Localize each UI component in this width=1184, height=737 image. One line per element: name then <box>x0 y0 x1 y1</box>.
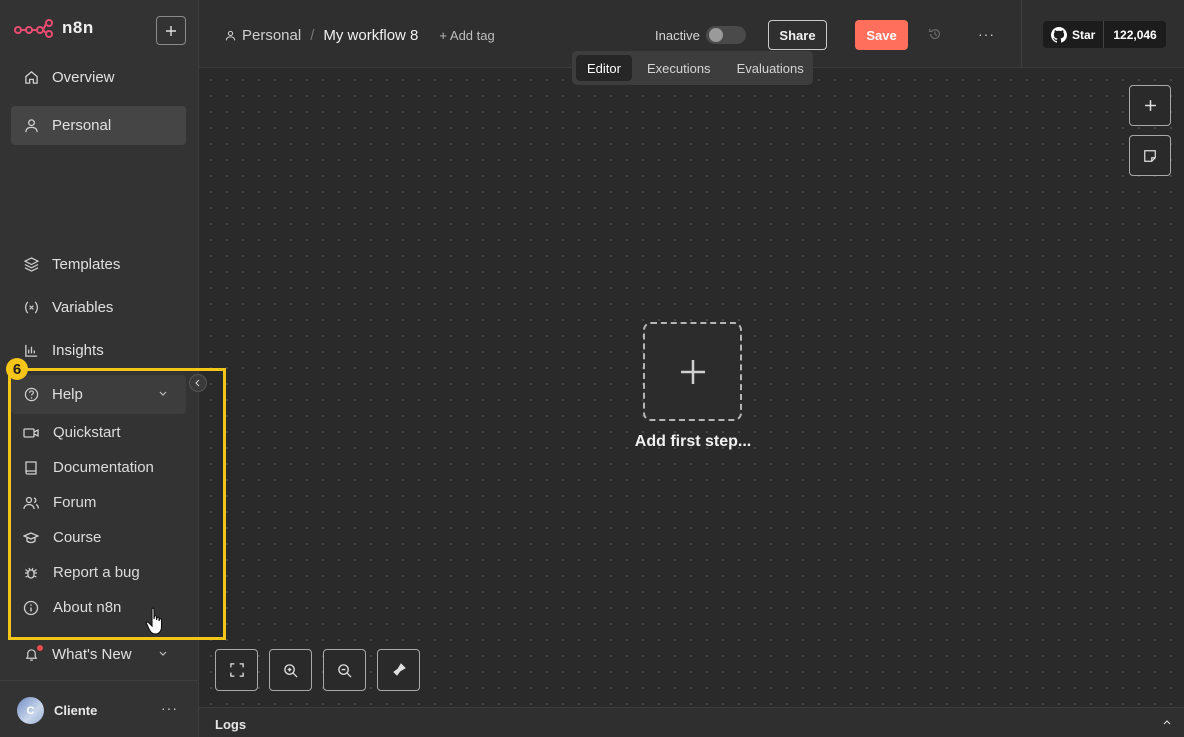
sidebar-item-templates[interactable]: Templates <box>11 245 186 284</box>
bug-icon <box>23 565 39 581</box>
help-item-label: Course <box>53 529 102 546</box>
sidebar-item-label: Overview <box>52 69 115 86</box>
user-icon <box>225 30 236 41</box>
graduation-cap-icon <box>23 530 39 546</box>
maximize-icon <box>229 663 244 677</box>
logs-panel[interactable]: Logs <box>199 707 1184 737</box>
help-item-report-bug[interactable]: Report a bug <box>23 555 193 590</box>
sidebar-item-label: Insights <box>52 342 104 359</box>
breadcrumb-project-label: Personal <box>242 27 302 44</box>
video-icon <box>23 425 39 441</box>
active-toggle[interactable] <box>706 26 746 44</box>
sidebar-item-label: Personal <box>52 117 112 134</box>
add-node-button[interactable] <box>1129 85 1171 126</box>
add-sticky-note-button[interactable] <box>1129 135 1171 176</box>
user-icon <box>24 118 39 133</box>
help-item-label: Quickstart <box>53 424 121 441</box>
chevron-down-icon <box>158 388 168 398</box>
app-name: n8n <box>62 18 94 37</box>
sidebar-item-whats-new[interactable]: What's New <box>11 635 186 674</box>
user-more-button[interactable]: ··· <box>161 700 178 716</box>
add-first-step-button[interactable] <box>643 322 742 421</box>
home-icon <box>24 70 39 85</box>
help-item-course[interactable]: Course <box>23 520 193 555</box>
tidy-up-button[interactable] <box>377 649 420 691</box>
tab-evaluations[interactable]: Evaluations <box>726 55 815 81</box>
chevron-left-icon <box>195 379 200 387</box>
help-item-forum[interactable]: Forum <box>23 485 193 520</box>
help-circle-icon <box>24 387 39 402</box>
new-workflow-button[interactable] <box>156 16 186 45</box>
github-star-count: 122,046 <box>1113 27 1157 42</box>
history-icon <box>929 28 940 40</box>
n8n-logo[interactable]: n8n <box>14 18 94 38</box>
github-star-label: Star <box>1072 27 1096 42</box>
sidebar-item-personal[interactable]: Personal <box>11 106 186 145</box>
sidebar-divider <box>0 680 199 681</box>
notification-dot <box>37 645 43 651</box>
sidebar-item-variables[interactable]: Variables <box>11 288 186 327</box>
github-star-button[interactable]: Star 122,046 <box>1043 21 1166 48</box>
sidebar-item-overview[interactable]: Overview <box>11 58 186 97</box>
workflow-name[interactable]: My workflow 8 <box>323 27 418 44</box>
add-tag-link[interactable]: + Add tag <box>439 28 494 43</box>
hand-cursor-icon <box>145 607 169 637</box>
help-item-label: Documentation <box>53 459 154 476</box>
zoom-out-button[interactable] <box>323 649 366 691</box>
collapse-sidebar-button[interactable] <box>189 374 207 392</box>
sidebar-item-insights[interactable]: Insights <box>11 331 186 370</box>
zoom-in-button[interactable] <box>269 649 312 691</box>
bar-chart-icon <box>24 343 39 358</box>
zoom-out-icon <box>338 663 352 678</box>
chevron-up-icon[interactable] <box>1162 718 1172 728</box>
tab-editor[interactable]: Editor <box>576 55 632 81</box>
n8n-logo-icon <box>14 19 53 38</box>
more-options-button[interactable]: ··· <box>978 26 995 42</box>
variable-icon <box>24 300 39 315</box>
user-name: Cliente <box>54 703 98 718</box>
sidebar: n8n Overview Personal Templates Variable… <box>0 0 199 737</box>
status-label: Inactive <box>655 28 700 43</box>
users-icon <box>23 495 39 511</box>
logs-label: Logs <box>215 717 247 732</box>
breadcrumb-separator: / <box>310 27 315 44</box>
plus-icon <box>166 25 176 36</box>
help-item-label: Report a bug <box>53 564 140 581</box>
help-item-label: Forum <box>53 494 97 511</box>
sidebar-item-label: Variables <box>52 299 114 316</box>
github-star: Star <box>1043 21 1105 48</box>
tab-executions[interactable]: Executions <box>636 55 722 81</box>
breadcrumb-project[interactable]: Personal <box>225 27 301 44</box>
github-icon <box>1051 26 1067 43</box>
add-first-step-label: Add first step... <box>634 433 752 450</box>
info-icon <box>23 600 39 616</box>
plus-icon <box>680 359 705 384</box>
zoom-in-icon <box>284 663 298 678</box>
box-icon <box>24 257 39 272</box>
sticky-note-icon <box>1144 149 1156 162</box>
step-badge: 6 <box>6 358 28 380</box>
broom-icon <box>392 663 406 676</box>
user-menu[interactable]: C Cliente <box>17 697 97 724</box>
toggle-knob <box>709 28 723 42</box>
sidebar-item-help[interactable]: Help <box>11 375 186 414</box>
sidebar-item-label: Help <box>52 386 83 403</box>
book-icon <box>23 460 39 476</box>
save-button[interactable]: Save <box>855 20 908 50</box>
workflow-canvas[interactable]: Add first step... <box>199 68 1184 707</box>
sidebar-item-label: What's New <box>52 646 132 663</box>
help-item-label: About n8n <box>53 599 122 616</box>
fit-view-button[interactable] <box>215 649 258 691</box>
view-tabs: Editor Executions Evaluations <box>572 51 813 85</box>
help-item-documentation[interactable]: Documentation <box>23 450 193 485</box>
header-divider <box>1021 0 1022 68</box>
chevron-down-icon <box>158 648 168 658</box>
help-item-quickstart[interactable]: Quickstart <box>23 415 193 450</box>
plus-icon <box>1144 100 1156 111</box>
history-button[interactable] <box>928 27 942 41</box>
avatar: C <box>17 697 44 724</box>
breadcrumb: Personal / My workflow 8 + Add tag <box>225 27 495 44</box>
share-button[interactable]: Share <box>768 20 827 50</box>
sidebar-item-label: Templates <box>52 256 121 273</box>
